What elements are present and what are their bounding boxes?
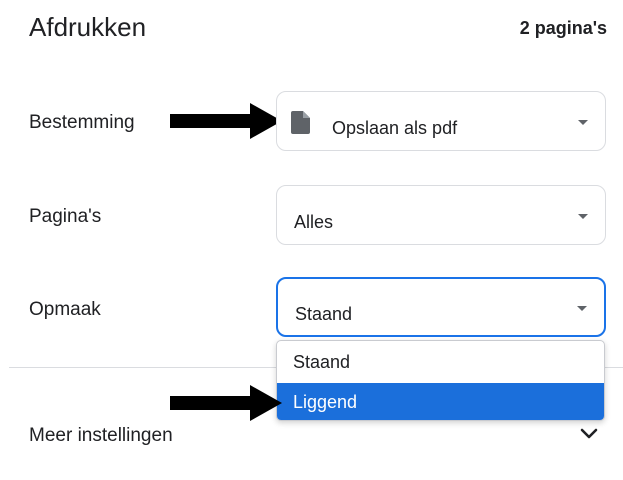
caret-down-icon [578,120,588,125]
destination-select[interactable]: Opslaan als pdf [276,91,606,151]
chevron-down-icon[interactable] [580,428,598,440]
more-settings-toggle[interactable]: Meer instellingen [29,425,173,447]
file-icon [291,111,310,134]
arrow-annotation-liggend [170,385,282,421]
layout-option-liggend[interactable]: Liggend [277,383,604,420]
page-count-label: 2 pagina's [519,18,607,38]
caret-down-icon [578,214,588,219]
pages-select[interactable]: Alles [276,185,606,245]
layout-option-staand[interactable]: Staand [277,343,604,381]
pages-value: Alles [294,212,334,232]
pages-label: Pagina's [29,206,102,227]
print-dialog: Afdrukken 2 pagina's Bestemming Opslaan … [0,0,623,480]
page-title: Afdrukken [29,12,147,42]
caret-down-icon [577,306,587,311]
layout-value: Staand [295,304,353,324]
layout-label: Opmaak [29,299,101,320]
destination-value: Opslaan als pdf [332,118,458,138]
layout-select[interactable]: Staand [276,277,606,337]
arrow-annotation-destination [170,103,282,139]
layout-dropdown-list: Staand Liggend [276,340,605,421]
destination-label: Bestemming [29,112,135,133]
